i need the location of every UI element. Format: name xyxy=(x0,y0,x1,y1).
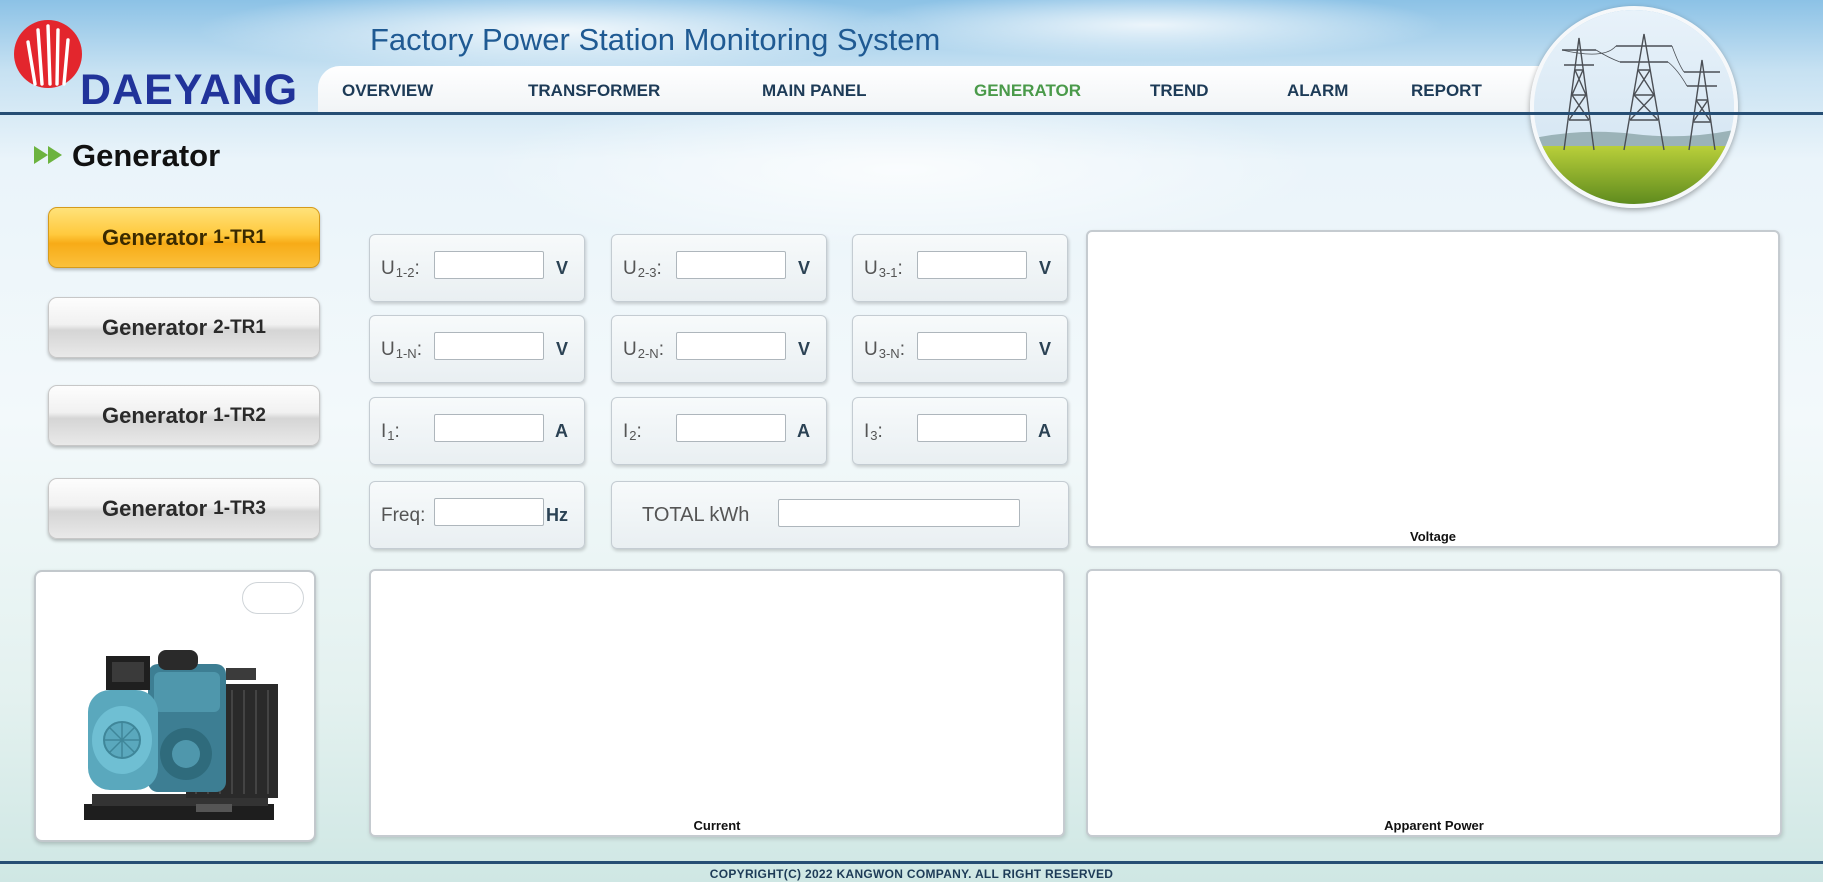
total-kwh-label: TOTAL kWh xyxy=(642,504,750,526)
nav-trend[interactable]: TREND xyxy=(1150,81,1209,101)
reading-label: Freq: xyxy=(381,505,426,526)
reading-label: U1-N: xyxy=(381,339,422,361)
button-suffix: 2-TR1 xyxy=(213,316,266,338)
daeyang-logo[interactable]: DAEYANG xyxy=(10,16,310,114)
generator-1-tr3-button[interactable]: Generator 1-TR3 xyxy=(48,478,320,539)
u1n-value-field[interactable] xyxy=(434,332,544,360)
current-chart-caption: Current xyxy=(693,818,741,833)
reading-label: I1: xyxy=(381,421,400,443)
generator-1-tr2-button[interactable]: Generator 1-TR2 xyxy=(48,385,320,446)
nav-report[interactable]: REPORT xyxy=(1411,81,1482,101)
i2-value-field[interactable] xyxy=(676,414,786,442)
total-kwh-field[interactable] xyxy=(778,499,1020,527)
generator-2-tr1-button[interactable]: Generator 2-TR1 xyxy=(48,297,320,358)
u23-value-field[interactable] xyxy=(676,251,786,279)
button-label: Generator xyxy=(102,224,208,250)
button-suffix: 1-TR1 xyxy=(213,226,266,248)
copyright-text: COPYRIGHT(C) 2022 KANGWON COMPANY. ALL R… xyxy=(709,867,1114,881)
button-label: Generator xyxy=(102,402,208,428)
unit-label: A xyxy=(797,421,810,441)
current-chart-panel: Current xyxy=(369,569,1065,837)
button-label: Generator xyxy=(102,495,208,521)
button-suffix: 1-TR3 xyxy=(213,497,266,519)
nav-generator[interactable]: GENERATOR xyxy=(974,81,1081,101)
brand-name: DAEYANG xyxy=(80,66,299,114)
reading-u1n: U1-N: V xyxy=(369,315,585,383)
logo-mark-icon xyxy=(14,20,82,88)
apparent-power-chart-caption: Apparent Power xyxy=(1384,818,1484,833)
main-nav: OVERVIEW TRANSFORMER MAIN PANEL GENERATO… xyxy=(318,66,1558,115)
nav-transformer[interactable]: TRANSFORMER xyxy=(528,81,660,101)
reading-total-kwh: TOTAL kWh xyxy=(611,481,1069,549)
reading-label: U2-N: xyxy=(623,339,664,361)
generator-image xyxy=(84,650,278,820)
generator-photo-panel xyxy=(34,570,316,842)
unit-label: Hz xyxy=(546,505,568,525)
double-arrow-icon xyxy=(34,146,62,164)
freq-value-field[interactable] xyxy=(434,498,544,526)
reading-i2: I2: A xyxy=(611,397,827,465)
reading-label: I2: xyxy=(623,421,642,443)
header: DAEYANG Factory Power Station Monitoring… xyxy=(0,0,1823,208)
apparent-power-chart-panel: Apparent Power xyxy=(1086,569,1782,837)
header-divider xyxy=(0,112,1823,115)
unit-label: V xyxy=(555,258,568,278)
generator-1-tr1-button[interactable]: Generator 1-TR1 xyxy=(48,207,320,268)
reading-label: U3-N: xyxy=(864,339,905,361)
button-suffix: 1-TR2 xyxy=(213,404,266,426)
u2n-value-field[interactable] xyxy=(676,332,786,360)
unit-label: V xyxy=(797,339,810,359)
nav-main-panel[interactable]: MAIN PANEL xyxy=(762,81,867,101)
unit-label: V xyxy=(1038,339,1051,359)
reading-label: U2-3: xyxy=(623,258,662,280)
reading-u31: U3-1: V xyxy=(852,234,1068,302)
app-title: Factory Power Station Monitoring System xyxy=(370,22,941,57)
reading-u12: U1-2: V xyxy=(369,234,585,302)
reading-freq: Freq: Hz xyxy=(369,481,585,549)
page-title: Generator xyxy=(72,138,221,173)
reading-u2n: U2-N: V xyxy=(611,315,827,383)
unit-label: A xyxy=(555,421,568,441)
u31-value-field[interactable] xyxy=(917,251,1027,279)
i1-value-field[interactable] xyxy=(434,414,544,442)
voltage-chart-panel: Voltage xyxy=(1086,230,1780,548)
nav-overview[interactable]: OVERVIEW xyxy=(342,81,433,101)
u12-value-field[interactable] xyxy=(434,251,544,279)
reading-label: U3-1: xyxy=(864,258,903,280)
reading-u3n: U3-N: V xyxy=(852,315,1068,383)
nav-alarm[interactable]: ALARM xyxy=(1287,81,1348,101)
reading-label: I3: xyxy=(864,421,883,443)
voltage-chart-caption: Voltage xyxy=(1410,529,1456,544)
unit-label: V xyxy=(555,339,568,359)
unit-label: A xyxy=(1038,421,1051,441)
button-label: Generator xyxy=(102,314,208,340)
unit-label: V xyxy=(1038,258,1051,278)
reading-label: U1-2: xyxy=(381,258,420,280)
unit-label: V xyxy=(797,258,810,278)
footer-divider xyxy=(0,861,1823,864)
reading-i1: I1: A xyxy=(369,397,585,465)
power-tower-photo xyxy=(1530,6,1738,208)
reading-i3: I3: A xyxy=(852,397,1068,465)
u3n-value-field[interactable] xyxy=(917,332,1027,360)
i3-value-field[interactable] xyxy=(917,414,1027,442)
reading-u23: U2-3: V xyxy=(611,234,827,302)
